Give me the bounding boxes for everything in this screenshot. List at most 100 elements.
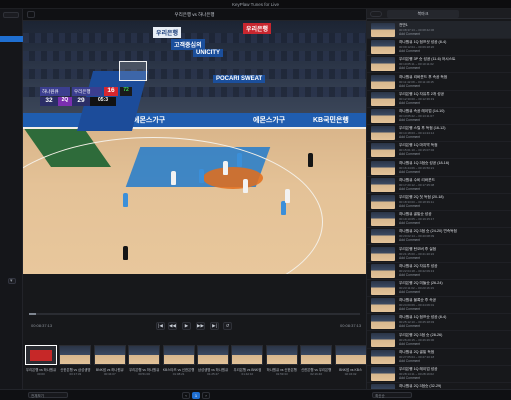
clip-item[interactable]: 우리은행 3P 슛 성공 (11-6) 어시스트 00:10:05:11 ~ 00… — [367, 55, 511, 74]
thumb-time: 02:34:02 — [344, 372, 357, 376]
clip-item[interactable]: 우리은행 2Q 첫 득점 (20-18) 00:18:33:00 ~ 00:18:… — [367, 193, 511, 211]
clip-item[interactable]: 하나원큐 1Q 점프샷 성공 (8-4) 00:09:12:04 ~ 00:09:… — [367, 38, 511, 57]
transport-controls: 00:08:37:13 |◀ ◀◀ ▶ ▶▶ ▶| ↺ 00:08:37:13 — [23, 319, 366, 333]
timeline-strip: 우리은행 vs 하나원큐 00:00 신한은행 vs 삼성생명 00:17:33 BNK… — [23, 345, 367, 381]
add-comment-link[interactable]: Add Comment — [399, 204, 420, 208]
clip-item[interactable]: 하나원큐 블록슛 후 속공 00:24:00:09 ~ 00:24:06:01 Ad… — [367, 296, 511, 315]
add-comment-link[interactable]: Add Comment — [399, 135, 420, 139]
timeline-thumb[interactable]: 우리은행 vs 하나원큐 00:51:00 — [128, 345, 161, 381]
skip-end-icon[interactable]: ▶| — [210, 322, 219, 330]
add-comment-link[interactable]: Add Comment — [399, 152, 420, 156]
add-comment-link[interactable]: Add Comment — [399, 324, 420, 328]
timeline-thumb[interactable]: 신한은행 vs 삼성생명 00:17:33 — [59, 345, 92, 381]
clip-thumbnail — [371, 229, 395, 244]
timeline-thumb[interactable]: 하나원큐 vs 신한은행 01:59:33 — [265, 345, 298, 381]
player-figure — [243, 179, 248, 193]
add-comment-link[interactable]: Add Comment — [399, 84, 420, 88]
clip-panel-header: 북마크 — [367, 9, 511, 19]
ad-text: 에몬스가구 — [133, 117, 166, 124]
clip-item[interactable]: 하나원큐 2Q 3점 슛 (24-20) 연속득점 00:20:02:14 ~ 0… — [367, 227, 511, 246]
add-comment-link[interactable]: Add Comment — [399, 101, 420, 105]
clip-item[interactable]: 하나원큐 1Q 점프슛 성공 (8-4) 00:25:12:10 ~ 00:25:… — [367, 313, 511, 332]
clip-item[interactable]: 우리은행 1Q 마지막 득점 00:15:01:10 ~ 00:15:07:02 A… — [367, 141, 511, 160]
skip-start-icon[interactable]: |◀ — [156, 322, 165, 330]
clip-thumbnail — [371, 315, 395, 330]
timeline-thumb[interactable]: BNK썸 vs 하나원큐 00:34:07 — [93, 345, 126, 381]
clip-item[interactable]: 하나원큐 2Q 3점슛 (32-29)00:29:01:20 ~ 00:29:0… — [367, 382, 511, 389]
clip-item[interactable]: 하나원큐 리바운드 후 속공 득점 00:11:42:08 ~ 00:11:49:… — [367, 73, 511, 91]
rail-toggle-button[interactable] — [3, 12, 19, 18]
page-prev-button[interactable]: ‹ — [182, 392, 190, 399]
loop-icon[interactable]: ↺ — [223, 322, 232, 330]
playback-progress[interactable] — [29, 313, 360, 315]
thumb-time: 01:08:21 — [172, 372, 185, 376]
scoreboard: 하나원큐 우리은행 16 72 32 2Q 29 05:3 — [40, 87, 136, 109]
clip-thumbnail — [371, 367, 395, 381]
basketball-court — [23, 127, 366, 274]
add-comment-link[interactable]: Add Comment — [399, 307, 420, 311]
add-comment-link[interactable]: Add Comment — [399, 290, 420, 294]
clip-item[interactable]: 하나원큐 골밑슛 성공 00:19:10:05 ~ 00:19:15:17 Add … — [367, 210, 511, 229]
timeline-thumb[interactable]: 삼성생명 vs 하나원큐 01:25:47 — [197, 345, 229, 381]
clip-thumbnail — [371, 40, 395, 55]
add-comment-link[interactable]: Add Comment — [399, 359, 420, 363]
game-clock: 05:3 — [90, 97, 116, 106]
panel-toggle[interactable] — [370, 11, 382, 17]
sort-select[interactable]: 최신순 — [372, 392, 412, 398]
video-header: 우리은행 vs 하나은행 — [23, 9, 366, 21]
clip-thumbnail — [371, 177, 395, 192]
rail-active-item[interactable] — [0, 36, 23, 42]
fast-forward-icon[interactable]: ▶▶ — [196, 322, 205, 330]
referee-figure — [123, 246, 128, 260]
video-player[interactable]: 우리은행 우리은행 고객중심의 UNICITY POCARI SWEAT 에몬스… — [23, 21, 366, 274]
clip-thumbnail — [371, 160, 395, 175]
add-comment-link[interactable]: Add Comment — [399, 118, 420, 122]
thumb-image — [59, 345, 92, 365]
thumb-image — [265, 345, 298, 365]
clip-item[interactable]: 하나원큐 2Q 골밑 득점 00:27:05:04 ~ 00:27:10:18 Ad… — [367, 348, 511, 366]
add-comment-link[interactable]: Add Comment — [399, 66, 420, 70]
player-figure — [171, 171, 176, 185]
tab-bookmarks[interactable]: 북마크 — [387, 10, 459, 18]
add-comment-link[interactable]: Add Comment — [399, 187, 420, 191]
clip-thumbnail — [371, 281, 395, 295]
thumb-time: 00:00 — [37, 372, 45, 376]
timeline-thumb[interactable]: KB스타즈 vs 신한은행 01:08:21 — [162, 345, 195, 381]
timeline-thumb[interactable]: 우리은행 vs BNK썸 01:42:10 — [231, 345, 264, 381]
clip-item[interactable]: 하나원큐 속공 레이업 (14-10) 00:13:05:22 ~ 00:13:1… — [367, 107, 511, 125]
add-comment-link[interactable]: Add Comment — [399, 273, 420, 277]
team-right-name: 우리은행 — [72, 87, 102, 96]
timeline-thumb[interactable]: BNK썸 vs KB스 02:34:02 — [334, 345, 367, 381]
add-comment-link[interactable]: Add Comment — [399, 256, 420, 260]
thumb-image — [162, 345, 195, 365]
page-next-button[interactable]: › — [202, 392, 210, 399]
timeline-thumb[interactable]: 신한은행 vs 우리은행 02:16:40 — [300, 345, 333, 381]
add-comment-link[interactable]: Add Comment — [399, 238, 420, 242]
add-comment-link[interactable]: Add Comment — [399, 221, 420, 225]
player-figure — [237, 153, 242, 167]
clip-item[interactable]: 하나원큐 1Q 3점슛 성공 (18-16) 00:16:44:06 ~ 00:1… — [367, 159, 511, 177]
clip-item[interactable]: 하나원큐 2Q 자유투 성공 00:22:04:18 ~ 00:22:09:13 A… — [367, 262, 511, 280]
add-comment-link[interactable]: Add Comment — [399, 342, 420, 346]
thumb-time: 01:59:33 — [275, 372, 288, 376]
clip-item[interactable]: 우리은행 1Q 레이업 성공 00:28:14:11 ~ 00:28:19:02 A… — [367, 365, 511, 383]
clip-thumbnail — [371, 195, 395, 209]
add-comment-link[interactable]: Add Comment — [399, 170, 420, 174]
page-current[interactable]: 1 — [192, 392, 200, 399]
clip-item[interactable]: 우리은행 스틸 후 득점 (16-12) 00:14:18:03 ~ 00:14:… — [367, 124, 511, 143]
add-comment-link[interactable]: Add Comment — [399, 32, 420, 36]
clip-item[interactable]: 우리은행 턴오버 후 실점 00:21:15:00 ~ 00:21:20:22 Ad… — [367, 245, 511, 263]
clip-item[interactable]: 우리은행 1Q 자유투 2개 성공 00:12:30:00 ~ 00:12:36:… — [367, 90, 511, 108]
clip-item[interactable]: 하나원큐 수비 리바운드 00:17:20:12 ~ 00:17:25:08 Add… — [367, 176, 511, 194]
add-comment-link[interactable]: Add Comment — [399, 49, 420, 53]
filter-select[interactable]: 전체보기 — [28, 392, 68, 398]
clip-item[interactable]: 전반1 00:08:37:13 ~ 00:08:42:06 Add Comment — [367, 21, 511, 39]
add-comment-link[interactable]: Add Comment — [399, 376, 420, 380]
rewind-icon[interactable]: ◀◀ — [168, 322, 177, 330]
clip-item[interactable]: 우리은행 2Q 미들슛 (26-24) 00:23:11:02 ~ 00:23:1… — [367, 279, 511, 297]
clip-item[interactable]: 우리은행 2Q 3점 슛 (28-26) 00:26:20:15 ~ 00:26:… — [367, 331, 511, 349]
player-figure — [281, 201, 286, 215]
play-icon[interactable]: ▶ — [182, 322, 191, 330]
timeline-thumb[interactable]: 우리은행 vs 하나원큐 00:00 — [25, 345, 57, 381]
clip-thumbnail — [371, 126, 395, 141]
